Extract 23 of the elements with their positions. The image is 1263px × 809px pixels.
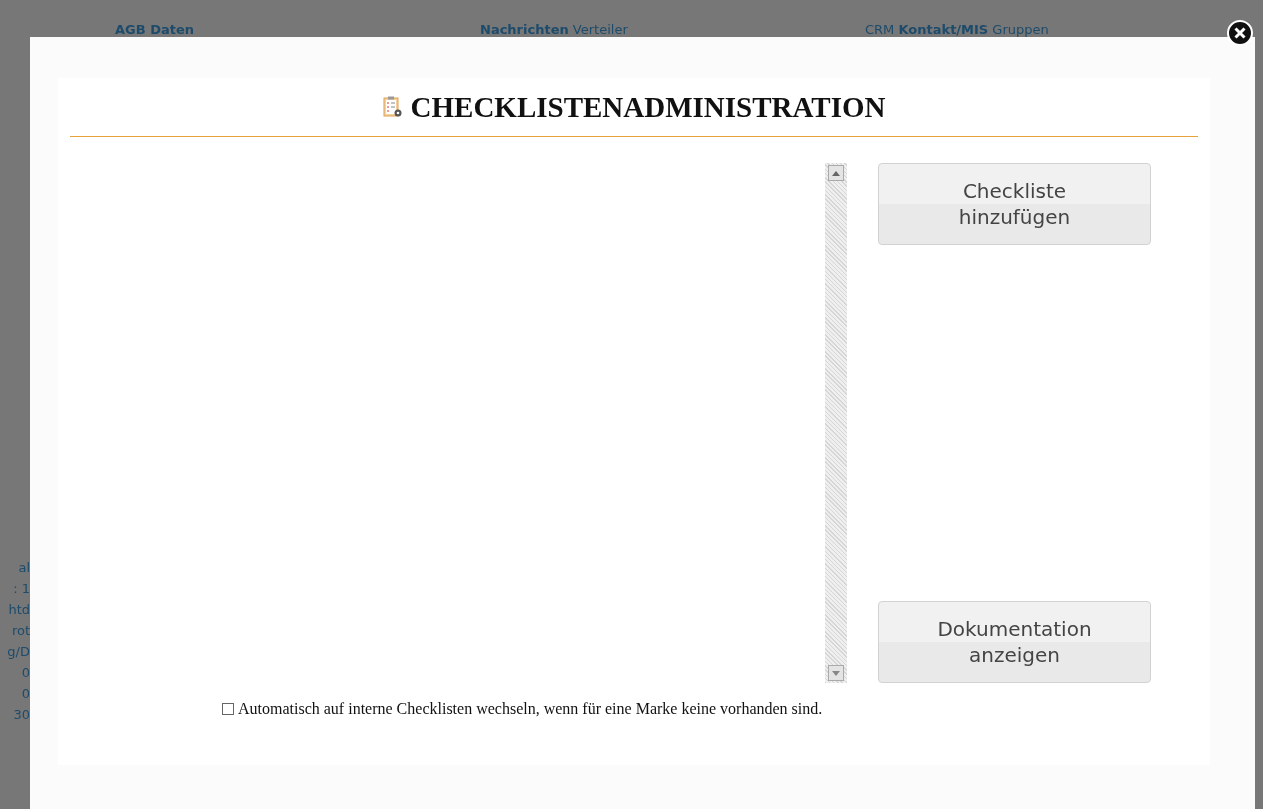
page-text: 0 xyxy=(21,686,30,701)
scroll-down-button[interactable] xyxy=(828,665,844,681)
down-arrow-icon xyxy=(832,670,840,676)
page-text: 0 xyxy=(21,665,30,680)
up-arrow-icon xyxy=(832,170,840,176)
page-link[interactable]: AGB Daten xyxy=(115,22,480,37)
close-button[interactable] xyxy=(1227,20,1253,46)
scrollbar[interactable] xyxy=(825,163,847,683)
checkbox-label: Automatisch auf interne Checklisten wechseln, wenn für eine Marke keine vorhanden sind. xyxy=(238,700,823,717)
page-link[interactable]: Nachrichten Verteiler xyxy=(480,22,865,37)
scroll-up-button[interactable] xyxy=(828,165,844,181)
checkbox[interactable] xyxy=(222,703,234,715)
page-text: 30 xyxy=(13,707,30,722)
action-button[interactable]: Dokumentation anzeigen xyxy=(878,601,1151,683)
page-text: g/D xyxy=(7,644,30,659)
clipboard-gear-icon xyxy=(382,96,403,118)
page-link[interactable]: CRM Kontakt/MIS Gruppen xyxy=(865,22,1049,37)
dialog-title: CHECKLISTENADMINISTRATION xyxy=(410,90,886,125)
page-text: htd xyxy=(8,602,30,617)
page-text: : 1 xyxy=(13,581,30,596)
action-button[interactable]: Checkliste hinzufügen xyxy=(878,163,1151,245)
page-text: al xyxy=(18,560,30,575)
page-text: rot xyxy=(11,623,30,638)
